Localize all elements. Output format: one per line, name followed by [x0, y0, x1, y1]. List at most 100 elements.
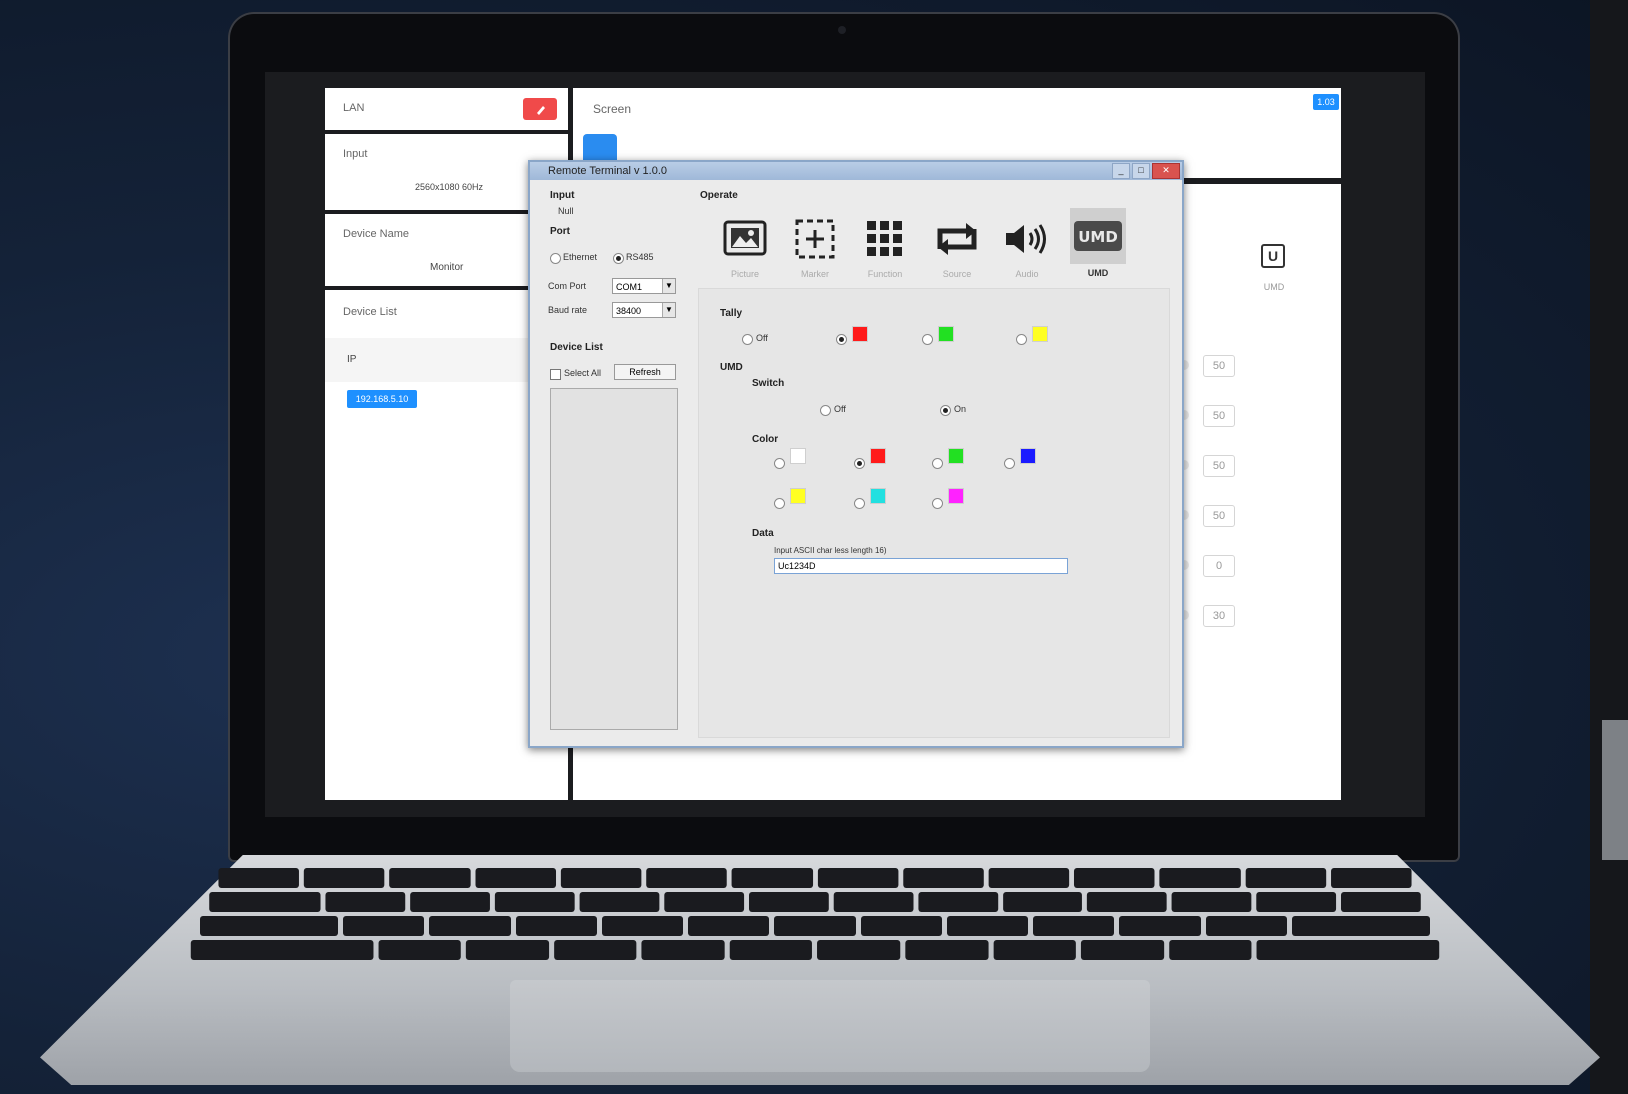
background-monitor-edge [1590, 0, 1628, 1094]
value-box-6[interactable]: 30 [1203, 605, 1235, 627]
chevron-down-icon: ▼ [662, 303, 675, 317]
com-port-label: Com Port [548, 281, 587, 291]
color-red-swatch [870, 448, 886, 464]
value-box-3[interactable]: 50 [1203, 455, 1235, 477]
dialog-device-list-section: Device List [550, 342, 603, 353]
operate-section: Operate [700, 190, 738, 201]
source-label: Source [942, 269, 972, 279]
color-cyan-swatch [870, 488, 886, 504]
pencil-icon [537, 106, 545, 115]
refresh-button[interactable]: Refresh [614, 364, 676, 380]
source-icon[interactable] [928, 210, 986, 268]
device-name-value: Monitor [430, 262, 464, 273]
value-box-1[interactable]: 50 [1203, 355, 1235, 377]
baud-rate-value: 38400 [616, 306, 642, 316]
umd-section: UMD [720, 362, 743, 373]
color-yellow-swatch [790, 488, 806, 504]
umd-icon[interactable]: UMD [1070, 208, 1126, 264]
value-box-5[interactable]: 0 [1203, 555, 1235, 577]
color-magenta-swatch [948, 488, 964, 504]
tally-off-radio[interactable] [742, 334, 753, 345]
laptop-trackpad [510, 980, 1150, 1072]
dialog-input-section: Input [550, 190, 575, 201]
switch-off-label: Off [834, 404, 846, 414]
color-blue-radio[interactable] [1004, 458, 1015, 469]
tally-green-swatch [938, 326, 954, 342]
data-section: Data [752, 528, 774, 539]
lan-label: LAN [343, 102, 365, 114]
minimize-button[interactable]: _ [1112, 163, 1130, 179]
rs485-radio[interactable] [613, 253, 624, 264]
device-ip-chip[interactable]: 192.168.5.10 [347, 390, 417, 408]
input-value: 2560x1080 60Hz [415, 182, 484, 192]
chevron-down-icon: ▼ [662, 279, 675, 293]
data-input[interactable]: Uc1234D [774, 558, 1068, 574]
edit-button[interactable] [523, 98, 557, 120]
operate-content-area [698, 288, 1170, 738]
function-label: Function [867, 269, 903, 279]
dialog-titlebar[interactable]: Remote Terminal v 1.0.0 _ □ ✕ [530, 162, 1182, 180]
dialog-title: Remote Terminal v 1.0.0 [548, 165, 668, 177]
device-list-group: Device List Select All Refresh [540, 338, 680, 738]
close-button[interactable]: ✕ [1152, 163, 1180, 179]
color-green-radio[interactable] [932, 458, 943, 469]
port-group: Port Ethernet RS485 Com Port COM1 ▼ Baud… [540, 224, 680, 332]
tally-section: Tally [720, 308, 743, 319]
lan-panel: LAN [325, 88, 568, 130]
ethernet-label: Ethernet [563, 252, 598, 262]
tally-off-label: Off [756, 333, 768, 343]
device-listbox[interactable] [550, 388, 678, 730]
dialog-input-value: Null [558, 206, 574, 216]
com-port-select[interactable]: COM1 ▼ [612, 278, 676, 294]
tally-green-radio[interactable] [922, 334, 933, 345]
color-white-radio[interactable] [774, 458, 785, 469]
tally-yellow-swatch [1032, 326, 1048, 342]
color-blue-swatch [1020, 448, 1036, 464]
version-badge: 1.03 [1313, 94, 1339, 110]
color-yellow-radio[interactable] [774, 498, 785, 509]
audio-label: Audio [1015, 269, 1039, 279]
switch-on-label: On [954, 404, 967, 414]
background-monitor-stand [1602, 720, 1628, 860]
color-green-swatch [948, 448, 964, 464]
color-red-radio[interactable] [854, 458, 865, 469]
tally-red-radio[interactable] [836, 334, 847, 345]
picture-label: Picture [730, 269, 759, 279]
rs485-label: RS485 [626, 252, 654, 262]
port-section: Port [550, 226, 570, 237]
laptop-camera [838, 26, 846, 34]
picture-icon[interactable] [716, 210, 774, 268]
value-box-4[interactable]: 50 [1203, 505, 1235, 527]
input-label: Input [343, 148, 368, 160]
baud-rate-label: Baud rate [548, 305, 588, 315]
com-port-value: COM1 [616, 282, 643, 292]
switch-on-radio[interactable] [940, 405, 951, 416]
ethernet-radio[interactable] [550, 253, 561, 264]
audio-icon[interactable] [998, 210, 1056, 268]
select-all-checkbox[interactable] [550, 369, 561, 380]
select-all-label: Select All [564, 368, 602, 378]
marker-icon[interactable] [786, 210, 844, 268]
ip-label: IP [347, 354, 357, 365]
color-section: Color [752, 434, 779, 445]
switch-section: Switch [752, 378, 785, 389]
tally-yellow-radio[interactable] [1016, 334, 1027, 345]
umd-tab-label: UMD [1263, 282, 1285, 292]
maximize-button[interactable]: □ [1132, 163, 1150, 179]
laptop-keyboard [190, 868, 1440, 968]
color-white-swatch [790, 448, 806, 464]
umd-u-icon[interactable]: U [1261, 244, 1285, 268]
screen-label: Screen [593, 102, 632, 116]
svg-text:UMD: UMD [1078, 228, 1118, 246]
switch-off-radio[interactable] [820, 405, 831, 416]
data-hint: Input ASCII char less length 16) [774, 546, 887, 555]
value-box-2[interactable]: 50 [1203, 405, 1235, 427]
color-magenta-radio[interactable] [932, 498, 943, 509]
marker-label: Marker [800, 269, 829, 279]
color-cyan-radio[interactable] [854, 498, 865, 509]
umd-label: UMD [1087, 268, 1109, 278]
input-group: Input Null [540, 188, 680, 218]
function-icon[interactable] [856, 210, 914, 268]
device-list-label: Device List [343, 306, 397, 318]
baud-rate-select[interactable]: 38400 ▼ [612, 302, 676, 318]
